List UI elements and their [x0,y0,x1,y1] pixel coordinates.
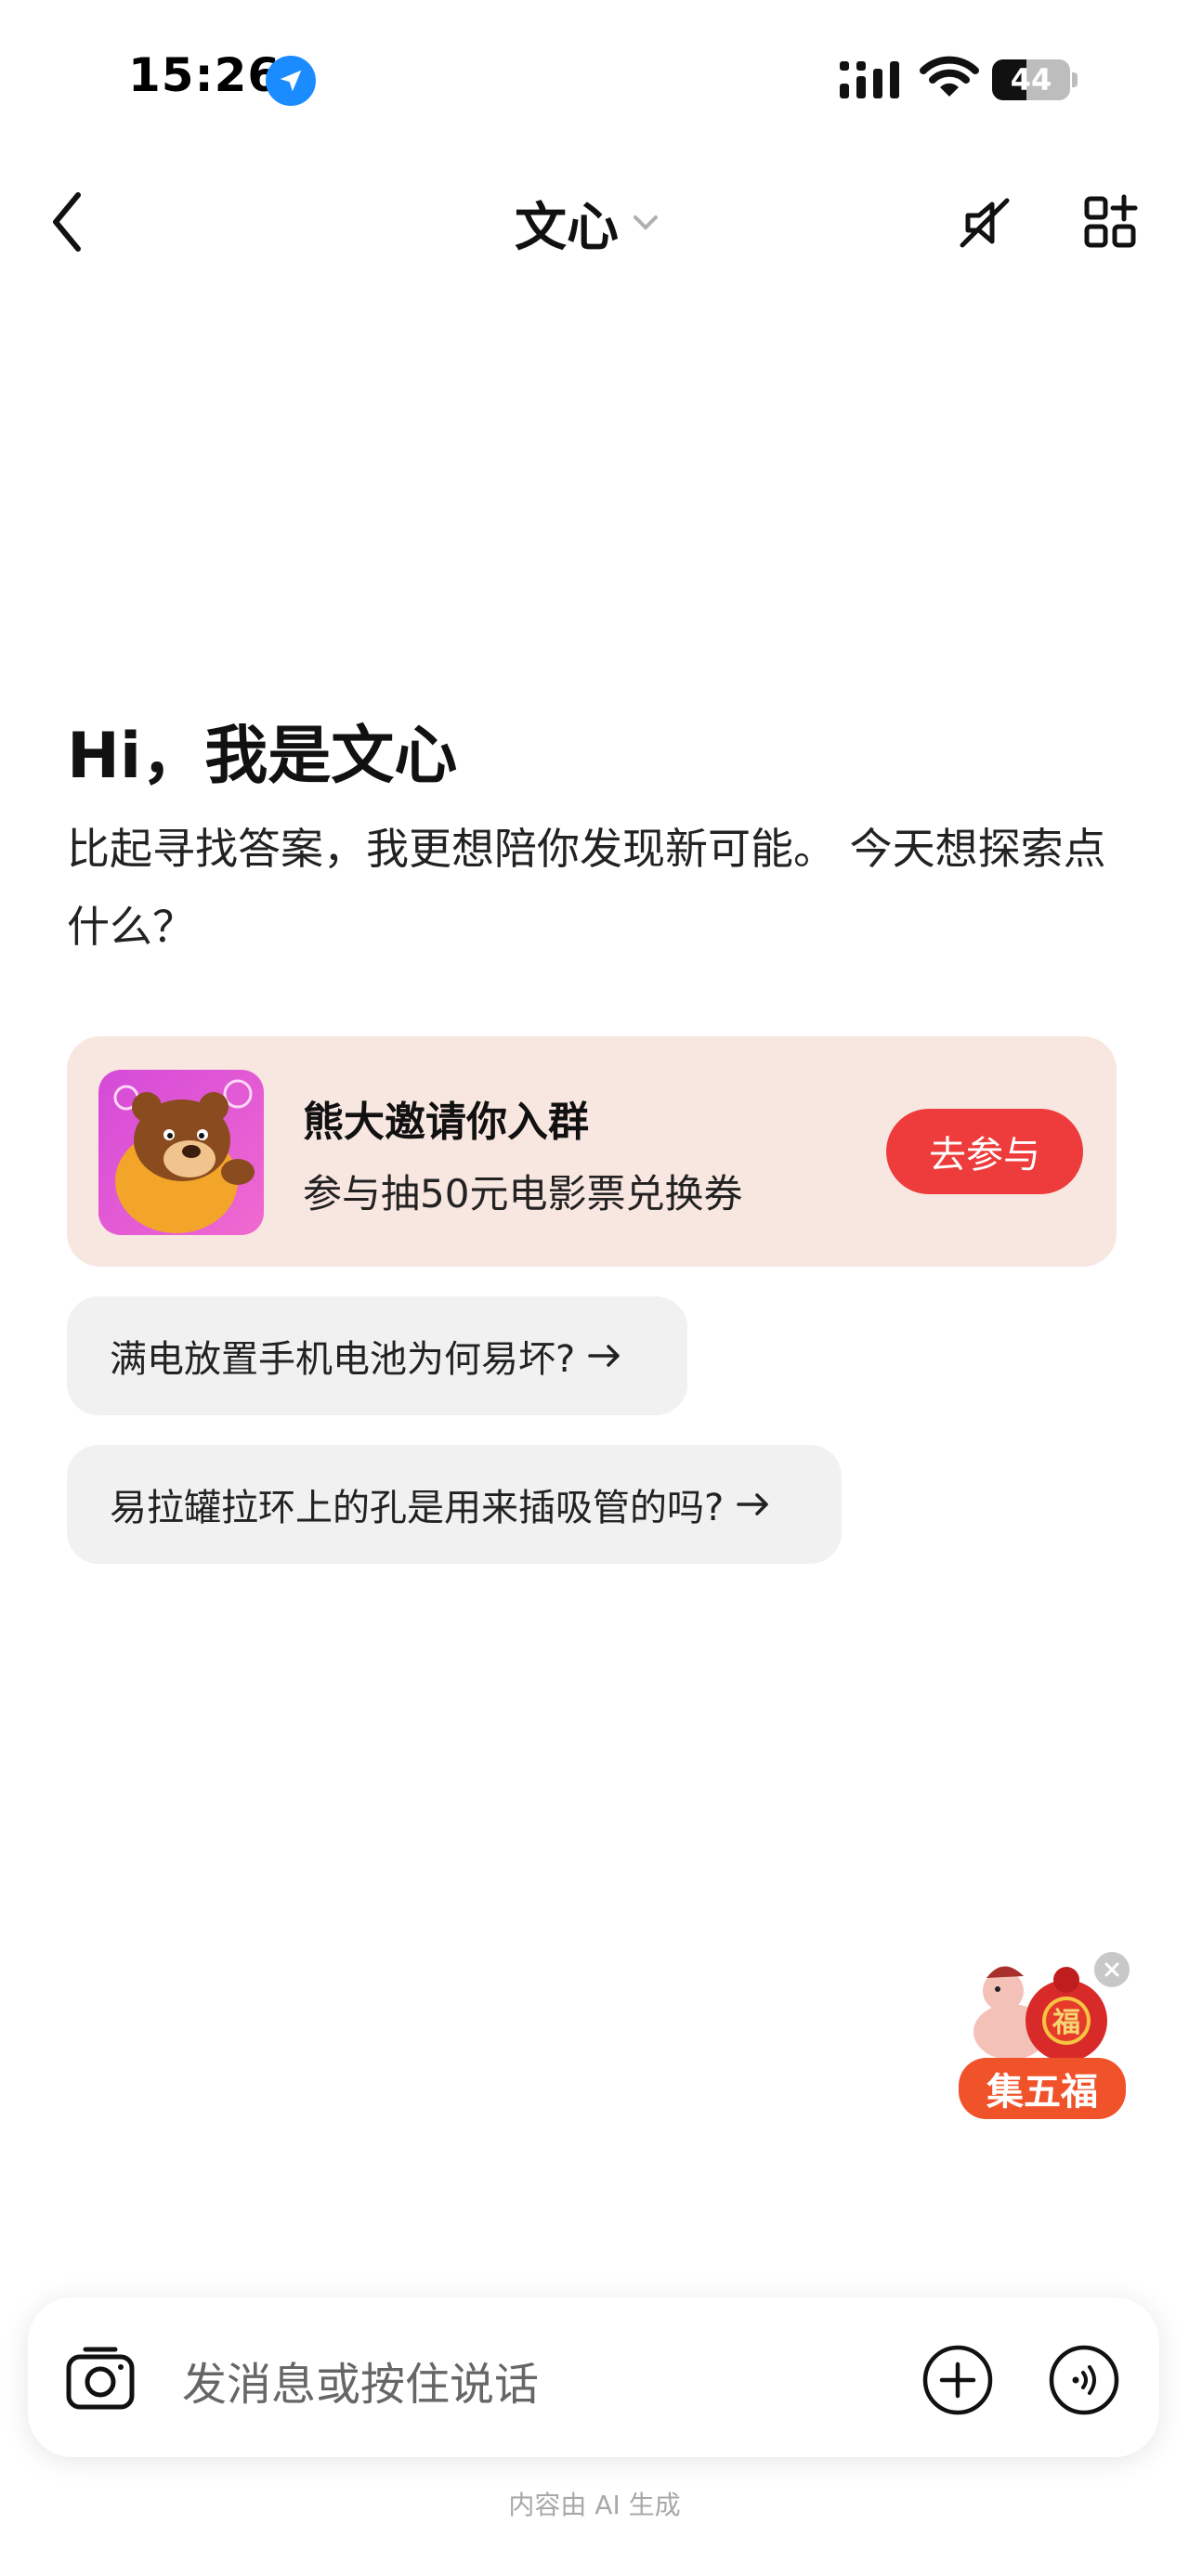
join-button[interactable]: 去参与 [886,1109,1083,1194]
arrow-right-icon [588,1345,620,1367]
bear-character-image [98,1070,264,1235]
suggestion-chip[interactable]: 易拉罐拉环上的孔是用来插吸管的吗? [67,1445,842,1564]
plus-icon[interactable] [921,2344,994,2416]
greeting-heading: Hi，我是文心 [67,720,458,793]
ai-generated-note: 内容由 AI 生成 [508,2490,681,2520]
fu-character: 福 [1052,2007,1080,2039]
location-arrow-icon [266,56,316,106]
suggestion-text: 易拉罐拉环上的孔是用来插吸管的吗? [110,1487,725,1529]
arrow-right-icon [737,1493,768,1516]
voice-call-icon[interactable] [1048,2344,1120,2416]
greeting-subtitle: 比起寻找答案，我更想陪你发现新可能。 今天想探索点什么？ [67,824,1106,952]
promo-subtitle: 参与抽50元电影票兑换券 [303,1171,743,1216]
page-title: 文心 [515,197,619,258]
promo-title: 熊大邀请你入群 [303,1099,589,1146]
close-icon[interactable] [1094,1952,1130,1987]
status-time: 15:26 [128,48,281,102]
suggestion-text: 满电放置手机电池为何易坏? [110,1338,576,1381]
back-chevron-icon[interactable] [45,189,91,254]
battery-level: 44 [1010,62,1052,98]
mute-icon[interactable] [955,193,1014,253]
signal-icon [840,61,899,98]
suggestion-chip[interactable]: 满电放置手机电池为何易坏? [67,1296,687,1415]
apps-grid-icon[interactable] [1081,193,1141,253]
chevron-down-icon [634,215,658,230]
camera-icon[interactable] [65,2344,136,2411]
message-input-bar[interactable]: 发消息或按住说话 [28,2297,1159,2457]
collect-fu-label: 集五福 [959,2058,1126,2119]
battery-icon: 44 [992,59,1078,100]
message-input[interactable]: 发消息或按住说话 [182,2348,539,2413]
nav-title-dropdown[interactable]: 文心 [515,186,660,260]
wifi-icon [920,56,979,97]
promo-card[interactable]: 熊大邀请你入群 参与抽50元电影票兑换券 去参与 [67,1036,1117,1267]
